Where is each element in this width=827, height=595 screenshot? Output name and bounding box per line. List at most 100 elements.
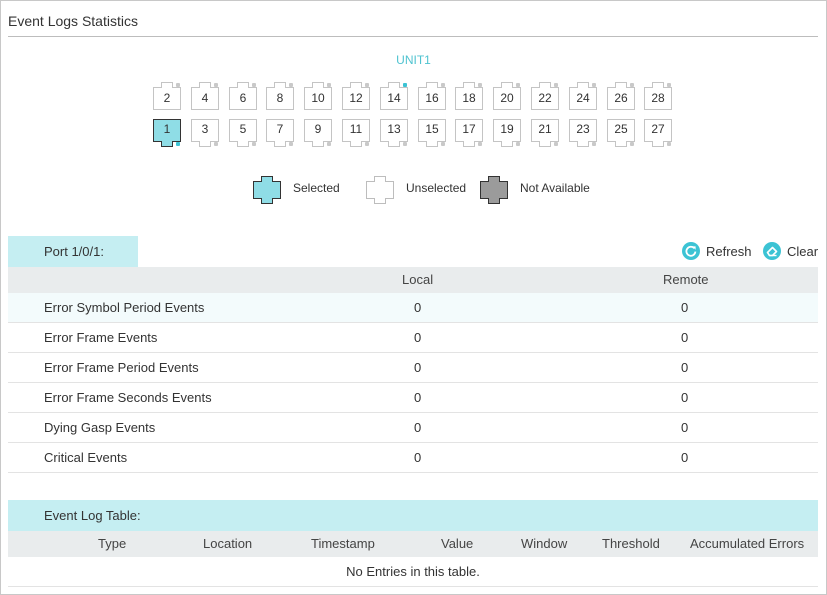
legend-selected-label: Selected	[293, 181, 340, 195]
legend-not-available-icon	[480, 176, 508, 207]
port-number: 24	[576, 91, 590, 105]
port-15[interactable]: 15	[418, 119, 446, 147]
stats-row-remote: 0	[681, 330, 689, 345]
port-link-indicator	[630, 142, 634, 146]
legend-selected-icon	[253, 176, 281, 207]
port-link-indicator	[592, 83, 596, 87]
stats-row-remote: 0	[681, 420, 689, 435]
port-number: 11	[349, 122, 363, 136]
port-link-indicator	[667, 83, 671, 87]
port-19[interactable]: 19	[493, 119, 521, 147]
port-4[interactable]: 4	[191, 82, 219, 110]
port-number: 28	[651, 91, 665, 105]
port-link-indicator	[554, 142, 558, 146]
port-number: 18	[462, 91, 476, 105]
column-header-timestamp: Timestamp	[311, 536, 375, 551]
port-10[interactable]: 10	[304, 82, 332, 110]
stats-row: Error Frame Seconds Events 0 0	[8, 383, 818, 413]
port-link-indicator	[214, 142, 218, 146]
stats-row-local: 0	[414, 390, 422, 405]
port-5[interactable]: 5	[229, 119, 257, 147]
port-25[interactable]: 25	[607, 119, 635, 147]
page-title: Event Logs Statistics	[8, 13, 138, 29]
port-link-indicator	[327, 142, 331, 146]
port-number: 20	[500, 91, 514, 105]
unit-label: UNIT1	[396, 53, 431, 67]
port-number: 12	[349, 91, 363, 105]
port-link-indicator	[176, 83, 180, 87]
legend-not-available-label: Not Available	[520, 181, 590, 195]
stats-row: Dying Gasp Events 0 0	[8, 413, 818, 443]
stats-row-label: Dying Gasp Events	[44, 420, 156, 435]
port-23[interactable]: 23	[569, 119, 597, 147]
port-number: 23	[576, 122, 590, 136]
port-27[interactable]: 27	[644, 119, 672, 147]
stats-row: Error Frame Period Events 0 0	[8, 353, 818, 383]
port-12[interactable]: 12	[342, 82, 370, 110]
port-link-indicator	[176, 142, 180, 146]
empty-table-message: No Entries in this table.	[346, 564, 480, 579]
port-7[interactable]: 7	[266, 119, 294, 147]
port-number: 14	[387, 91, 401, 105]
port-28[interactable]: 28	[644, 82, 672, 110]
column-header-location: Location	[203, 536, 253, 551]
port-tab: Port 1/0/1:	[8, 236, 138, 267]
stats-row-local: 0	[414, 360, 422, 375]
clear-button[interactable]: Clear	[763, 241, 818, 261]
stats-row-label: Critical Events	[44, 450, 128, 465]
port-11[interactable]: 11	[342, 119, 370, 147]
port-6[interactable]: 6	[229, 82, 257, 110]
legend-unselected-icon	[366, 176, 394, 207]
column-header-threshold: Threshold	[602, 536, 660, 551]
port-link-indicator	[214, 83, 218, 87]
refresh-icon	[682, 242, 700, 260]
port-17[interactable]: 17	[455, 119, 483, 147]
port-20[interactable]: 20	[493, 82, 521, 110]
port-26[interactable]: 26	[607, 82, 635, 110]
port-number: 4	[201, 91, 209, 105]
port-link-indicator	[516, 83, 520, 87]
port-link-indicator	[516, 142, 520, 146]
port-8[interactable]: 8	[266, 82, 294, 110]
refresh-button[interactable]: Refresh	[682, 241, 752, 261]
stats-row-local: 0	[414, 420, 422, 435]
port-number: 16	[425, 91, 439, 105]
port-number: 2	[163, 91, 171, 105]
port-number: 1	[163, 122, 171, 136]
port-9[interactable]: 9	[304, 119, 332, 147]
stats-row-remote: 0	[681, 450, 689, 465]
stats-row-local: 0	[414, 330, 422, 345]
empty-table-row: No Entries in this table.	[8, 557, 818, 587]
port-14[interactable]: 14	[380, 82, 408, 110]
port-22[interactable]: 22	[531, 82, 559, 110]
eraser-icon	[763, 242, 781, 260]
stats-row: Error Frame Events 0 0	[8, 323, 818, 353]
stats-row-local: 0	[414, 450, 422, 465]
port-number: 7	[276, 122, 284, 136]
port-21[interactable]: 21	[531, 119, 559, 147]
port-number: 26	[614, 91, 628, 105]
port-link-indicator	[403, 83, 407, 87]
port-24[interactable]: 24	[569, 82, 597, 110]
port-13[interactable]: 13	[380, 119, 408, 147]
title-divider	[8, 36, 818, 37]
port-16[interactable]: 16	[418, 82, 446, 110]
event-log-tab-label: Event Log Table:	[44, 508, 141, 523]
port-18[interactable]: 18	[455, 82, 483, 110]
port-number: 5	[239, 122, 247, 136]
stats-row: Error Symbol Period Events 0 0	[8, 293, 818, 323]
port-link-indicator	[289, 83, 293, 87]
port-number: 3	[201, 122, 209, 136]
port-number: 8	[276, 91, 284, 105]
port-3[interactable]: 3	[191, 119, 219, 147]
port-link-indicator	[441, 142, 445, 146]
port-link-indicator	[252, 83, 256, 87]
port-stats-header: Local Remote	[8, 267, 818, 293]
port-number: 27	[651, 122, 665, 136]
port-2[interactable]: 2	[153, 82, 181, 110]
port-1[interactable]: 1	[153, 119, 181, 147]
port-tab-label: Port 1/0/1:	[44, 244, 104, 259]
port-number: 10	[311, 91, 325, 105]
legend-unselected-label: Unselected	[406, 181, 467, 195]
column-header-accumulated-errors: Accumulated Errors	[690, 536, 805, 551]
